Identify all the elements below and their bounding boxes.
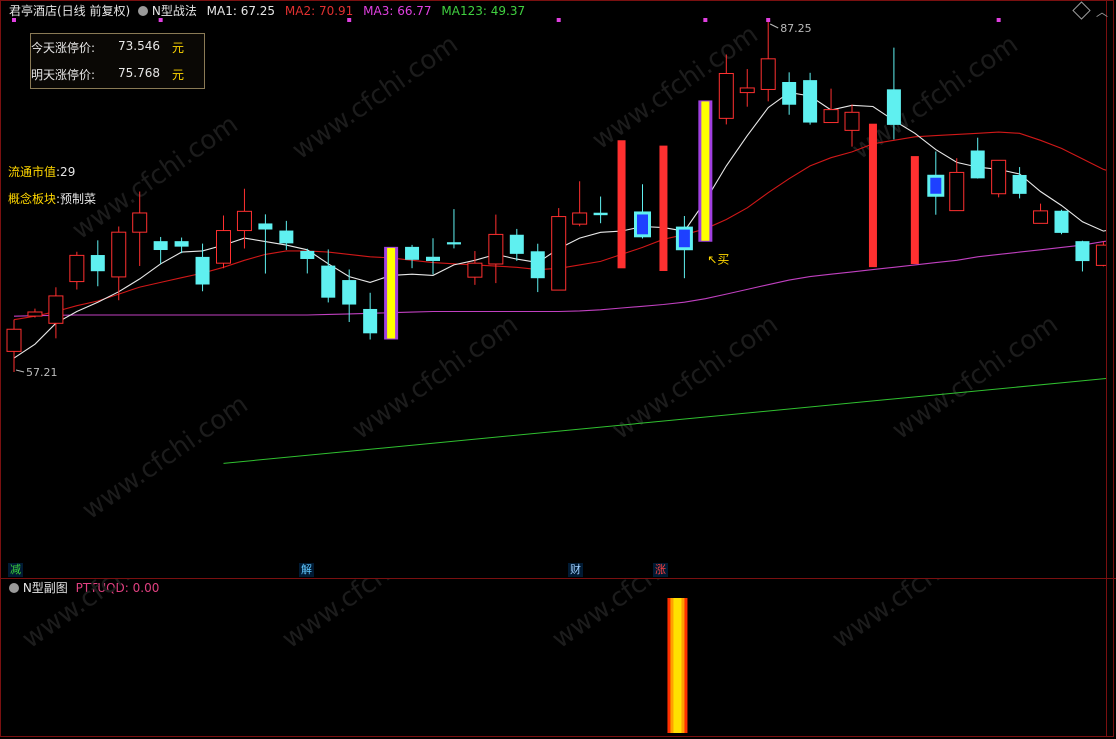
candle-down (1012, 174, 1027, 194)
candle-up (551, 216, 567, 291)
candle-red-bar (868, 123, 877, 268)
candle-blue (634, 211, 651, 238)
sub-watermark-layer: www.cfchi.com www.cfchi.com www.cfchi.com w… (17, 579, 1004, 655)
marker-dot (766, 18, 771, 22)
candle-up (69, 254, 85, 283)
candle-down (342, 280, 357, 305)
candle-down (530, 251, 545, 279)
low-pointer (15, 369, 25, 373)
low-label: 57.21 (26, 366, 58, 379)
sub-chart[interactable]: www.cfchi.com www.cfchi.com www.cfchi.com w… (0, 579, 1106, 737)
watermark-text: www.cfchi.com (67, 109, 244, 245)
candle-up (236, 210, 252, 232)
marker-dot (996, 18, 1001, 22)
candle-down (782, 82, 797, 105)
watermark-text: www.cfchi.com (887, 309, 1064, 445)
candle-up (844, 111, 860, 131)
candle-up (216, 230, 231, 264)
candle-down (886, 89, 901, 125)
candle-down (803, 80, 818, 123)
marker-dot (347, 18, 352, 22)
candle-up (1095, 244, 1106, 266)
watermark-text: www.cfchi.com (287, 29, 464, 165)
marker-dot (703, 18, 708, 22)
watermark-text: www.cfchi.com (547, 579, 724, 655)
signal-jian: 减 (8, 563, 23, 577)
candle-down (509, 234, 524, 254)
marker-dot (556, 18, 561, 22)
candle-up (111, 231, 127, 278)
candle-down (258, 223, 273, 230)
candle-up (48, 295, 64, 324)
candle-down (279, 230, 294, 244)
candle-up (823, 109, 839, 124)
candle-red-bar (617, 140, 626, 269)
candle-up (739, 87, 755, 94)
candle-blue (927, 174, 945, 197)
signal-zhang: 涨 (653, 563, 668, 577)
candle-blue (675, 226, 693, 251)
right-axis (1106, 0, 1107, 737)
watermark-text: www.cfchi.com (587, 19, 764, 155)
candle-down (1075, 241, 1090, 262)
candle-up (488, 233, 504, 265)
candle-up (991, 159, 1007, 195)
candle-down (970, 150, 985, 179)
buy-arrow: ↖ (707, 253, 717, 267)
candle-up (1033, 210, 1049, 224)
candle-yellow (701, 101, 710, 241)
candle-up (467, 262, 483, 278)
candle-yellow (387, 247, 396, 339)
candle-red-bar (910, 156, 919, 264)
candle-red-bar (659, 145, 668, 271)
candle-down (300, 250, 315, 259)
candle-down (593, 212, 608, 216)
candle-up (27, 311, 43, 317)
candle-down (1054, 210, 1069, 233)
candle-up (760, 58, 776, 90)
candle-up (949, 171, 965, 212)
candle-up (572, 212, 588, 225)
marker-dot (158, 18, 163, 22)
marker-dot (12, 18, 16, 22)
signal-cai: 财 (568, 563, 583, 577)
high-label: 87.25 (780, 22, 812, 35)
candle-down (426, 256, 440, 261)
watermark-text: www.cfchi.com (77, 389, 254, 525)
candle-up (6, 328, 22, 352)
watermark-text: www.cfchi.com (607, 309, 784, 445)
sub-bars-layer (667, 598, 688, 733)
candle-down (174, 241, 189, 247)
candle-up (718, 72, 734, 119)
signal-jie: 解 (299, 563, 314, 577)
candle-up (132, 212, 148, 233)
watermark-text: www.cfchi.com (17, 579, 194, 655)
candle-down (363, 308, 378, 334)
high-pointer (769, 23, 779, 29)
candle-down (153, 241, 168, 251)
candle-down (321, 265, 336, 298)
sub-bar-inner (673, 598, 682, 733)
candle-down (90, 255, 105, 272)
buy-label: 买 (717, 253, 729, 267)
candle-down (195, 256, 210, 285)
candlestick-chart[interactable]: www.cfchi.com www.cfchi.com www.cfchi.com w… (0, 0, 1106, 578)
candle-down (405, 246, 420, 260)
watermark-text: www.cfchi.com (827, 579, 1004, 655)
watermark-text: www.cfchi.com (277, 579, 454, 655)
candle-down (446, 242, 461, 245)
